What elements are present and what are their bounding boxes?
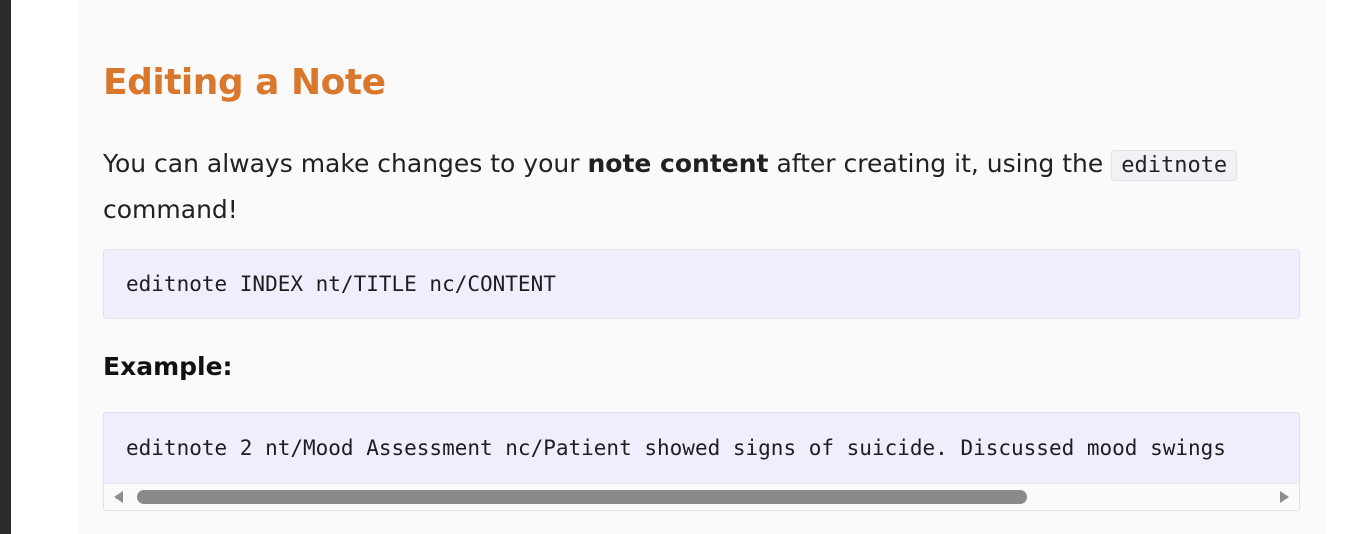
syntax-code: editnote INDEX nt/TITLE nc/CONTENT (126, 272, 556, 296)
intro-bold-text: note content (587, 149, 769, 178)
syntax-code-block: editnote INDEX nt/TITLE nc/CONTENT (103, 249, 1300, 319)
example-label: Example: (103, 352, 233, 381)
window-edge (0, 0, 11, 534)
arrow-right-icon[interactable] (1280, 491, 1289, 503)
arrow-left-icon[interactable] (114, 491, 123, 503)
scrollbar-thumb[interactable] (137, 490, 1027, 504)
example-code: editnote 2 nt/Mood Assessment nc/Patient… (126, 436, 1226, 460)
intro-text-before: You can always make changes to your (103, 149, 588, 178)
example-code-block: editnote 2 nt/Mood Assessment nc/Patient… (103, 412, 1300, 511)
section-title: Editing a Note (103, 62, 386, 103)
intro-text-after: command! (103, 195, 238, 224)
inline-code-editnote: editnote (1111, 150, 1238, 181)
intro-paragraph: You can always make changes to your note… (103, 142, 1253, 232)
horizontal-scrollbar[interactable] (104, 483, 1299, 510)
intro-text-middle: after creating it, using the (768, 149, 1112, 178)
